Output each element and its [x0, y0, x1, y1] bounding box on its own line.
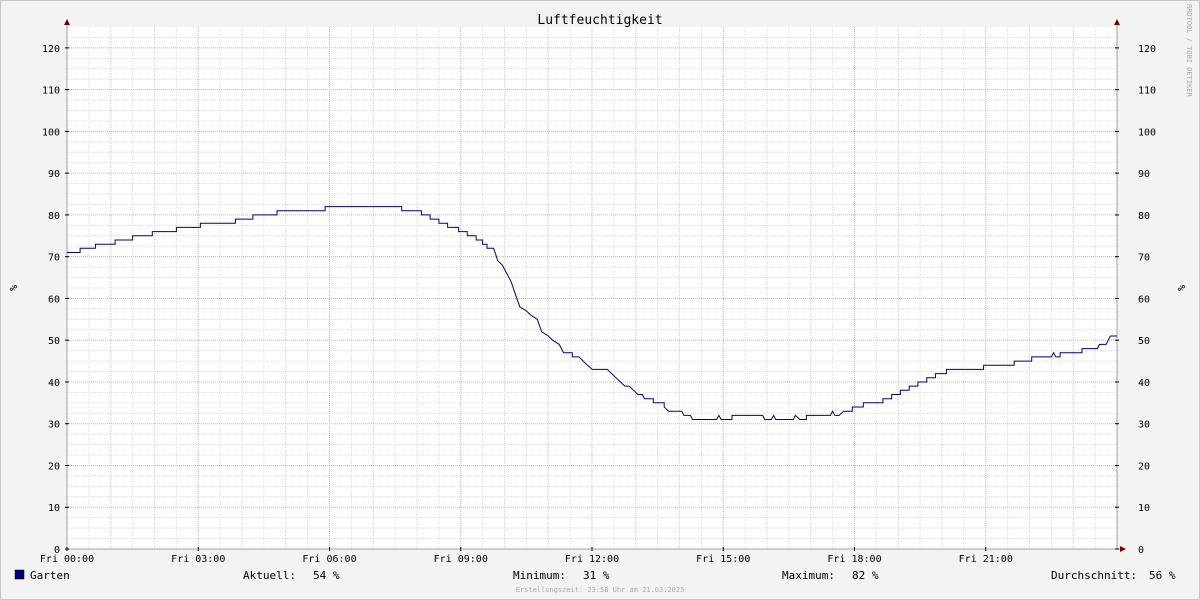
- y-tick-label-right: 0: [1138, 545, 1144, 556]
- x-tick-label: Fri 21:00: [959, 554, 1013, 565]
- y-tick-label-left: 100: [42, 127, 60, 138]
- y-tick-label-left: 120: [42, 44, 60, 55]
- y-tick-label-right: 110: [1138, 86, 1156, 97]
- y-tick-label-right: 50: [1138, 336, 1150, 347]
- y-tick-label-left: 70: [48, 253, 60, 264]
- legend-min-value: 31 %: [583, 569, 610, 582]
- y-tick-label-left: 40: [48, 378, 60, 389]
- legend-swatch-garten: [14, 569, 25, 580]
- legend-current-value: 54 %: [313, 569, 340, 582]
- y-tick-label-left: 110: [42, 86, 60, 97]
- y-axis-arrow-right: [1114, 19, 1120, 25]
- y-axis-arrow-left: [64, 19, 70, 25]
- y-tick-label-left: 10: [48, 503, 60, 514]
- humidity-chart: Luftfeuchtigkeit 0 010 1020 2030 3040 4050 506…: [7, 4, 1193, 594]
- y-tick-label-right: 100: [1138, 127, 1156, 138]
- y-axis-label-right: %: [1175, 285, 1186, 291]
- y-tick-label-left: 60: [48, 294, 60, 305]
- legend-min-label: Minimum:: [513, 569, 566, 582]
- y-tick-label-right: 40: [1138, 378, 1150, 389]
- y-tick-label-left: 90: [48, 169, 60, 180]
- y-tick-label-left: 20: [48, 461, 60, 472]
- y-tick-label-right: 30: [1138, 420, 1150, 431]
- x-tick-label: Fri 06:00: [302, 554, 356, 565]
- y-tick-label-right: 90: [1138, 169, 1150, 180]
- legend-avg-value: 56 %: [1149, 569, 1176, 582]
- x-tick-label: Fri 18:00: [827, 554, 881, 565]
- x-tick-label: Fri 03:00: [171, 554, 225, 565]
- x-tick-label: Fri 15:00: [696, 554, 750, 565]
- creation-time-footer: Erstellungszeit: 23:58 Uhr am 21.03.2025: [516, 586, 685, 594]
- rrdtool-watermark: RRDTOOL / TOBI OETIKER: [1185, 4, 1193, 98]
- legend-current-label: Aktuell:: [243, 569, 296, 582]
- y-tick-label-right: 60: [1138, 294, 1150, 305]
- y-tick-label-left: 80: [48, 211, 60, 222]
- chart-title: Luftfeuchtigkeit: [537, 13, 662, 28]
- legend-series-name: Garten: [30, 569, 70, 582]
- y-tick-label-right: 70: [1138, 253, 1150, 264]
- x-axis-arrow: [1120, 546, 1126, 552]
- y-tick-label-right: 80: [1138, 211, 1150, 222]
- legend-max-label: Maximum:: [782, 569, 835, 582]
- y-axis-label-left: %: [7, 285, 18, 291]
- legend-max-value: 82 %: [852, 569, 879, 582]
- y-tick-label-left: 30: [48, 420, 60, 431]
- x-tick-labels: Fri 00:00 Fri 03:00 Fri 06:00 Fri 09:00 Fri …: [40, 547, 1013, 565]
- y-tick-label-right: 10: [1138, 503, 1150, 514]
- y-tick-label-right: 120: [1138, 44, 1156, 55]
- x-tick-label: Fri 12:00: [565, 554, 619, 565]
- x-tick-label: Fri 00:00: [40, 554, 94, 565]
- legend-avg-label: Durchschnitt:: [1051, 569, 1137, 582]
- y-tick-label-left: 50: [48, 336, 60, 347]
- y-tick-label-right: 20: [1138, 461, 1150, 472]
- x-tick-label: Fri 09:00: [434, 554, 488, 565]
